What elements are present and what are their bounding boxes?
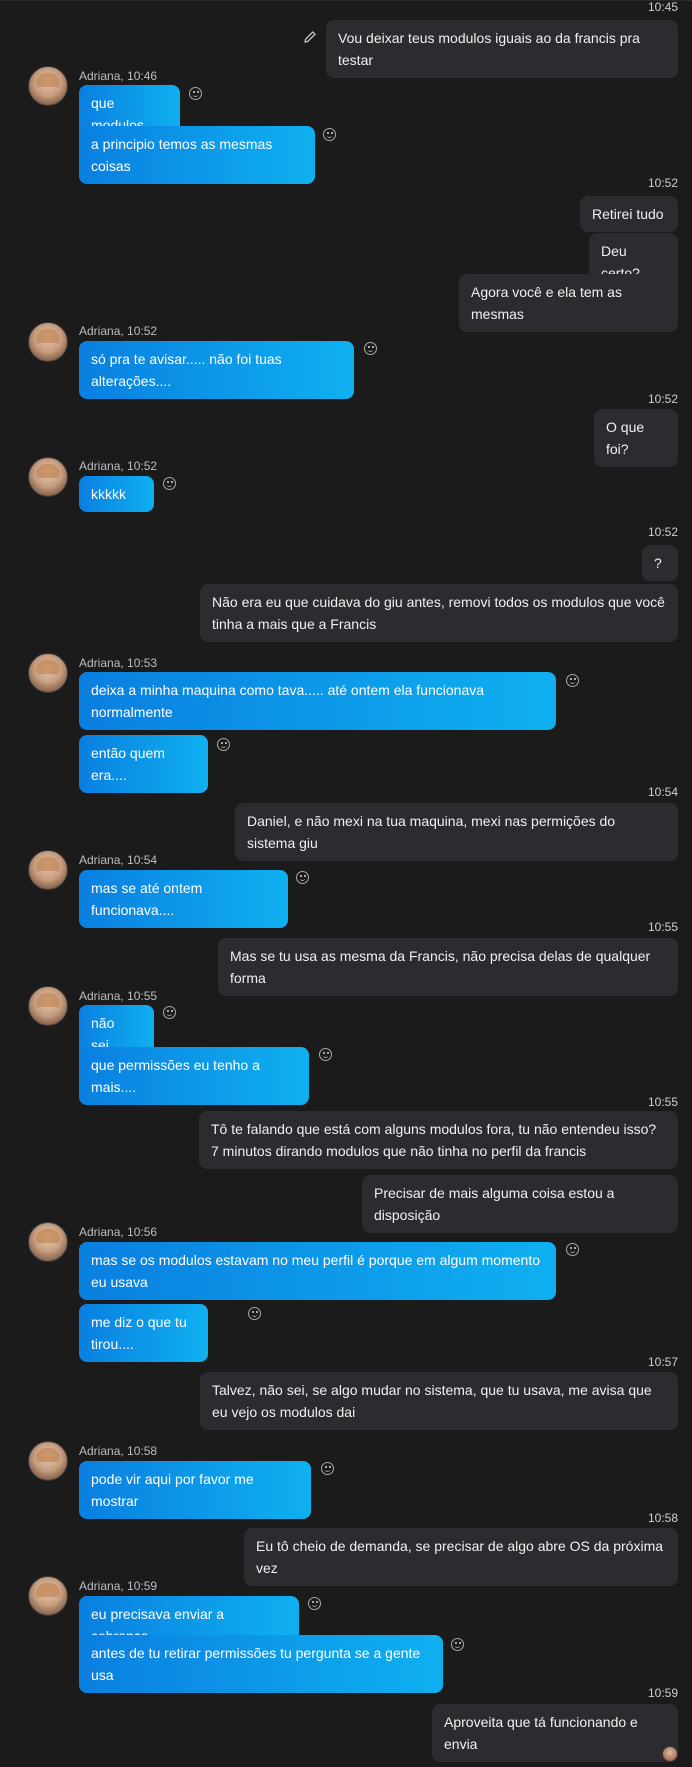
- message-outgoing[interactable]: Agora você e ela tem as mesmas: [459, 274, 678, 332]
- timestamp: 10:57: [647, 1355, 678, 1369]
- reaction-smiley-icon[interactable]: [248, 1307, 261, 1320]
- timestamp: 10:52: [647, 392, 678, 406]
- chat-panel: 10:45 Vou deixar teus modulos iguais ao …: [0, 0, 692, 1767]
- message-incoming[interactable]: que permissões eu tenho a mais....: [79, 1047, 309, 1105]
- avatar[interactable]: [28, 66, 68, 106]
- message-incoming[interactable]: me diz o que tu tirou....: [79, 1304, 208, 1362]
- message-incoming[interactable]: a principio temos as mesmas coisas: [79, 126, 315, 184]
- reaction-smiley-icon[interactable]: [217, 738, 230, 751]
- message-incoming[interactable]: mas se os modulos estavam no meu perfil …: [79, 1242, 556, 1300]
- reaction-smiley-icon[interactable]: [321, 1462, 334, 1475]
- reaction-smiley-icon[interactable]: [163, 1006, 176, 1019]
- timestamp: 10:52: [647, 525, 678, 539]
- message-outgoing[interactable]: Não era eu que cuidava do giu antes, rem…: [200, 584, 678, 642]
- avatar[interactable]: [28, 322, 68, 362]
- message-outgoing[interactable]: Tô te falando que está com alguns modulo…: [199, 1111, 678, 1169]
- edit-pencil-icon[interactable]: [302, 29, 318, 45]
- sender-header: Adriana, 10:58: [79, 1444, 158, 1458]
- sender-header: Adriana, 10:52: [79, 324, 158, 338]
- message-outgoing[interactable]: Daniel, e não mexi na tua maquina, mexi …: [235, 803, 678, 861]
- reaction-smiley-icon[interactable]: [566, 1243, 579, 1256]
- message-incoming[interactable]: então quem era....: [79, 735, 208, 793]
- avatar[interactable]: [28, 850, 68, 890]
- message-outgoing[interactable]: Mas se tu usa as mesma da Francis, não p…: [218, 938, 678, 996]
- avatar[interactable]: [28, 1441, 68, 1481]
- sender-header: Adriana, 10:59: [79, 1579, 158, 1593]
- top-divider: [0, 0, 692, 1]
- message-outgoing[interactable]: Talvez, não sei, se algo mudar no sistem…: [200, 1372, 678, 1430]
- timestamp: 10:45: [647, 0, 678, 14]
- reaction-smiley-icon[interactable]: [451, 1638, 464, 1651]
- message-outgoing[interactable]: O que foi?: [594, 409, 678, 467]
- timestamp: 10:52: [647, 176, 678, 190]
- reaction-smiley-icon[interactable]: [189, 87, 202, 100]
- sender-header: Adriana, 10:56: [79, 1225, 158, 1239]
- reaction-smiley-icon[interactable]: [323, 128, 336, 141]
- avatar[interactable]: [28, 653, 68, 693]
- read-receipt-avatar: [662, 1746, 678, 1762]
- message-outgoing[interactable]: Vou deixar teus modulos iguais ao da fra…: [326, 20, 678, 78]
- timestamp: 10:58: [647, 1511, 678, 1525]
- message-outgoing[interactable]: ?: [642, 545, 678, 581]
- message-outgoing[interactable]: Precisar de mais alguma coisa estou a di…: [362, 1175, 678, 1233]
- reaction-smiley-icon[interactable]: [308, 1597, 321, 1610]
- avatar[interactable]: [28, 457, 68, 497]
- message-outgoing[interactable]: Eu tô cheio de demanda, se precisar de a…: [244, 1528, 678, 1586]
- message-incoming[interactable]: mas se até ontem funcionava....: [79, 870, 288, 928]
- message-incoming[interactable]: só pra te avisar..... não foi tuas alter…: [79, 341, 354, 399]
- sender-header: Adriana, 10:53: [79, 656, 158, 670]
- timestamp: 10:54: [647, 785, 678, 799]
- message-incoming[interactable]: pode vir aqui por favor me mostrar: [79, 1461, 311, 1519]
- message-outgoing[interactable]: Retirei tudo: [580, 196, 678, 232]
- sender-header: Adriana, 10:46: [79, 69, 158, 83]
- message-incoming[interactable]: antes de tu retirar permissões tu pergun…: [79, 1635, 443, 1693]
- message-incoming[interactable]: kkkkk: [79, 476, 154, 512]
- message-outgoing[interactable]: Aproveita que tá funcionando e envia: [432, 1704, 678, 1762]
- sender-header: Adriana, 10:54: [79, 853, 158, 867]
- sender-header: Adriana, 10:52: [79, 459, 158, 473]
- reaction-smiley-icon[interactable]: [319, 1048, 332, 1061]
- avatar[interactable]: [28, 1576, 68, 1616]
- avatar[interactable]: [28, 1222, 68, 1262]
- reaction-smiley-icon[interactable]: [163, 477, 176, 490]
- message-incoming[interactable]: deixa a minha maquina como tava..... até…: [79, 672, 556, 730]
- reaction-smiley-icon[interactable]: [566, 674, 579, 687]
- reaction-smiley-icon[interactable]: [296, 871, 309, 884]
- timestamp: 10:55: [647, 920, 678, 934]
- sender-header: Adriana, 10:55: [79, 989, 158, 1003]
- timestamp: 10:59: [647, 1686, 678, 1700]
- avatar[interactable]: [28, 986, 68, 1026]
- reaction-smiley-icon[interactable]: [364, 342, 377, 355]
- timestamp: 10:55: [647, 1095, 678, 1109]
